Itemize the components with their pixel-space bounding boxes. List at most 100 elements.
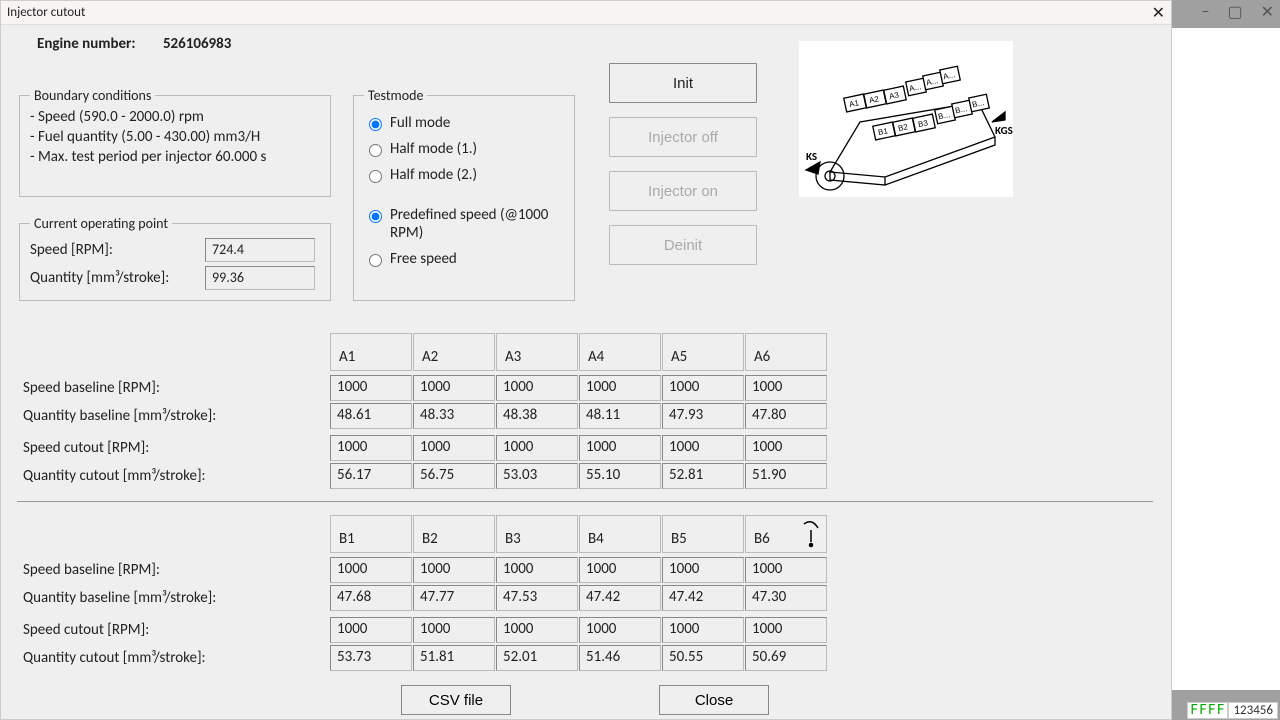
row-label-speed-cutout: Speed cutout [RPM]: bbox=[17, 617, 329, 643]
cell-B5-speed-baseline: 1000 bbox=[662, 557, 744, 583]
cell-A2-qty-baseline: 48.33 bbox=[413, 403, 495, 429]
cell-B4-qty-cutout: 51.46 bbox=[579, 645, 661, 671]
cell-A1-qty-baseline: 48.61 bbox=[330, 403, 412, 429]
cell-A4-qty-baseline: 48.11 bbox=[579, 403, 661, 429]
cell-A3-speed-cutout: 1000 bbox=[496, 435, 578, 461]
col-header-B5[interactable]: B5 bbox=[662, 515, 744, 553]
row-label-qty-cutout: Quantity cutout [mm³/stroke]: bbox=[17, 645, 329, 671]
boundary-line-1: - Speed (590.0 - 2000.0) rpm bbox=[30, 108, 320, 126]
col-header-A4[interactable]: A4 bbox=[579, 333, 661, 371]
cell-A6-speed-baseline: 1000 bbox=[745, 375, 827, 401]
cop-speed-value: 724.4 bbox=[205, 238, 315, 262]
radio-half-mode-2[interactable]: Half mode (2.) bbox=[364, 166, 564, 184]
cell-A1-speed-baseline: 1000 bbox=[330, 375, 412, 401]
cop-qty-label: Quantity [mm³/stroke]: bbox=[30, 269, 205, 287]
row-label-speed-baseline: Speed baseline [RPM]: bbox=[17, 375, 329, 401]
cell-B1-speed-baseline: 1000 bbox=[330, 557, 412, 583]
close-button[interactable]: Close bbox=[659, 685, 769, 715]
cop-speed-label: Speed [RPM]: bbox=[30, 241, 205, 259]
bg-maximize-icon[interactable]: ▢ bbox=[1227, 2, 1242, 22]
engine-number-value: 526106983 bbox=[163, 35, 231, 53]
row-label-speed-cutout: Speed cutout [RPM]: bbox=[17, 435, 329, 461]
cell-A4-speed-baseline: 1000 bbox=[579, 375, 661, 401]
cell-A5-speed-cutout: 1000 bbox=[662, 435, 744, 461]
cell-B2-speed-baseline: 1000 bbox=[413, 557, 495, 583]
bg-minimize-icon[interactable]: – bbox=[1202, 2, 1210, 22]
row-label-qty-baseline: Quantity baseline [mm³/stroke]: bbox=[17, 585, 329, 611]
col-header-B3[interactable]: B3 bbox=[496, 515, 578, 553]
bank-b-table: B1B2B3B4B5B6Speed baseline [RPM]:1000100… bbox=[17, 515, 1153, 673]
col-header-A2[interactable]: A2 bbox=[413, 333, 495, 371]
injector-off-button: Injector off bbox=[609, 117, 757, 157]
window-title: Injector cutout bbox=[7, 5, 85, 20]
cell-B6-qty-baseline: 47.30 bbox=[745, 585, 827, 611]
injector-cutout-window: Injector cutout ✕ Engine number: 5261069… bbox=[0, 0, 1172, 720]
radio-free-speed[interactable]: Free speed bbox=[364, 250, 564, 268]
cell-A3-speed-baseline: 1000 bbox=[496, 375, 578, 401]
diagram-label-kgs: KGS bbox=[995, 124, 1013, 137]
background-window-body bbox=[1172, 28, 1280, 690]
cell-B4-speed-baseline: 1000 bbox=[579, 557, 661, 583]
boundary-line-3: - Max. test period per injector 60.000 s bbox=[30, 148, 320, 166]
col-header-A3[interactable]: A3 bbox=[496, 333, 578, 371]
col-header-A1[interactable]: A1 bbox=[330, 333, 412, 371]
bg-close-icon[interactable]: ✕ bbox=[1261, 2, 1274, 22]
radio-half-mode-1[interactable]: Half mode (1.) bbox=[364, 140, 564, 158]
injector-on-button: Injector on bbox=[609, 171, 757, 211]
row-label-qty-baseline: Quantity baseline [mm³/stroke]: bbox=[17, 403, 329, 429]
boundary-legend: Boundary conditions bbox=[30, 87, 155, 104]
cell-B6-speed-baseline: 1000 bbox=[745, 557, 827, 583]
cell-B2-qty-baseline: 47.77 bbox=[413, 585, 495, 611]
cell-A6-qty-cutout: 51.90 bbox=[745, 463, 827, 489]
cop-legend: Current operating point bbox=[30, 215, 172, 232]
cell-B5-qty-baseline: 47.42 bbox=[662, 585, 744, 611]
cell-A2-qty-cutout: 56.75 bbox=[413, 463, 495, 489]
titlebar: Injector cutout ✕ bbox=[1, 1, 1171, 25]
cell-B3-qty-baseline: 47.53 bbox=[496, 585, 578, 611]
radio-predefined-speed[interactable]: Predefined speed (@1000 RPM) bbox=[364, 206, 564, 242]
csv-file-button[interactable]: CSV file bbox=[401, 685, 511, 715]
diagram-label-ks: KS bbox=[806, 150, 817, 163]
col-header-B6[interactable]: B6 bbox=[745, 515, 827, 553]
col-header-A6[interactable]: A6 bbox=[745, 333, 827, 371]
cell-B3-speed-baseline: 1000 bbox=[496, 557, 578, 583]
testmode-legend: Testmode bbox=[364, 87, 427, 104]
cell-A3-qty-cutout: 53.03 bbox=[496, 463, 578, 489]
cell-B2-speed-cutout: 1000 bbox=[413, 617, 495, 643]
cell-A6-qty-baseline: 47.80 bbox=[745, 403, 827, 429]
injector-icon bbox=[800, 520, 822, 548]
bottom-buttons: CSV file Close bbox=[9, 685, 1169, 715]
col-header-B1[interactable]: B1 bbox=[330, 515, 412, 553]
cell-B1-qty-baseline: 47.68 bbox=[330, 585, 412, 611]
cell-A3-qty-baseline: 48.38 bbox=[496, 403, 578, 429]
cell-A5-qty-baseline: 47.93 bbox=[662, 403, 744, 429]
cell-B5-qty-cutout: 50.55 bbox=[662, 645, 744, 671]
cell-A4-qty-cutout: 55.10 bbox=[579, 463, 661, 489]
engine-diagram: A1 A2 A3 A... A... A... B1 B2 B3 B... B.… bbox=[799, 41, 1013, 197]
action-buttons-column: Init Injector off Injector on Deinit bbox=[609, 63, 757, 265]
row-label-qty-cutout: Quantity cutout [mm³/stroke]: bbox=[17, 463, 329, 489]
close-icon[interactable]: ✕ bbox=[1152, 3, 1165, 23]
cop-qty-value: 99.36 bbox=[205, 266, 315, 290]
cell-B4-qty-baseline: 47.42 bbox=[579, 585, 661, 611]
cell-A2-speed-cutout: 1000 bbox=[413, 435, 495, 461]
radio-full-mode[interactable]: Full mode bbox=[364, 114, 564, 132]
testmode-group: Testmode Full mode Half mode (1.) Half m… bbox=[353, 87, 575, 301]
status-bar: FFFF 123456 bbox=[1187, 700, 1278, 720]
cell-A2-speed-baseline: 1000 bbox=[413, 375, 495, 401]
cell-A4-speed-cutout: 1000 bbox=[579, 435, 661, 461]
background-window-controls: – ▢ ✕ bbox=[1202, 2, 1275, 22]
cell-B1-speed-cutout: 1000 bbox=[330, 617, 412, 643]
col-header-B4[interactable]: B4 bbox=[579, 515, 661, 553]
cell-B5-speed-cutout: 1000 bbox=[662, 617, 744, 643]
cell-B2-qty-cutout: 51.81 bbox=[413, 645, 495, 671]
cell-A5-qty-cutout: 52.81 bbox=[662, 463, 744, 489]
bank-a-table: A1A2A3A4A5A6Speed baseline [RPM]:1000100… bbox=[17, 333, 1153, 491]
cell-A1-qty-cutout: 56.17 bbox=[330, 463, 412, 489]
cell-A5-speed-baseline: 1000 bbox=[662, 375, 744, 401]
status-indicator: FFFF bbox=[1187, 702, 1228, 719]
cell-B6-speed-cutout: 1000 bbox=[745, 617, 827, 643]
init-button[interactable]: Init bbox=[609, 63, 757, 103]
col-header-B2[interactable]: B2 bbox=[413, 515, 495, 553]
col-header-A5[interactable]: A5 bbox=[662, 333, 744, 371]
